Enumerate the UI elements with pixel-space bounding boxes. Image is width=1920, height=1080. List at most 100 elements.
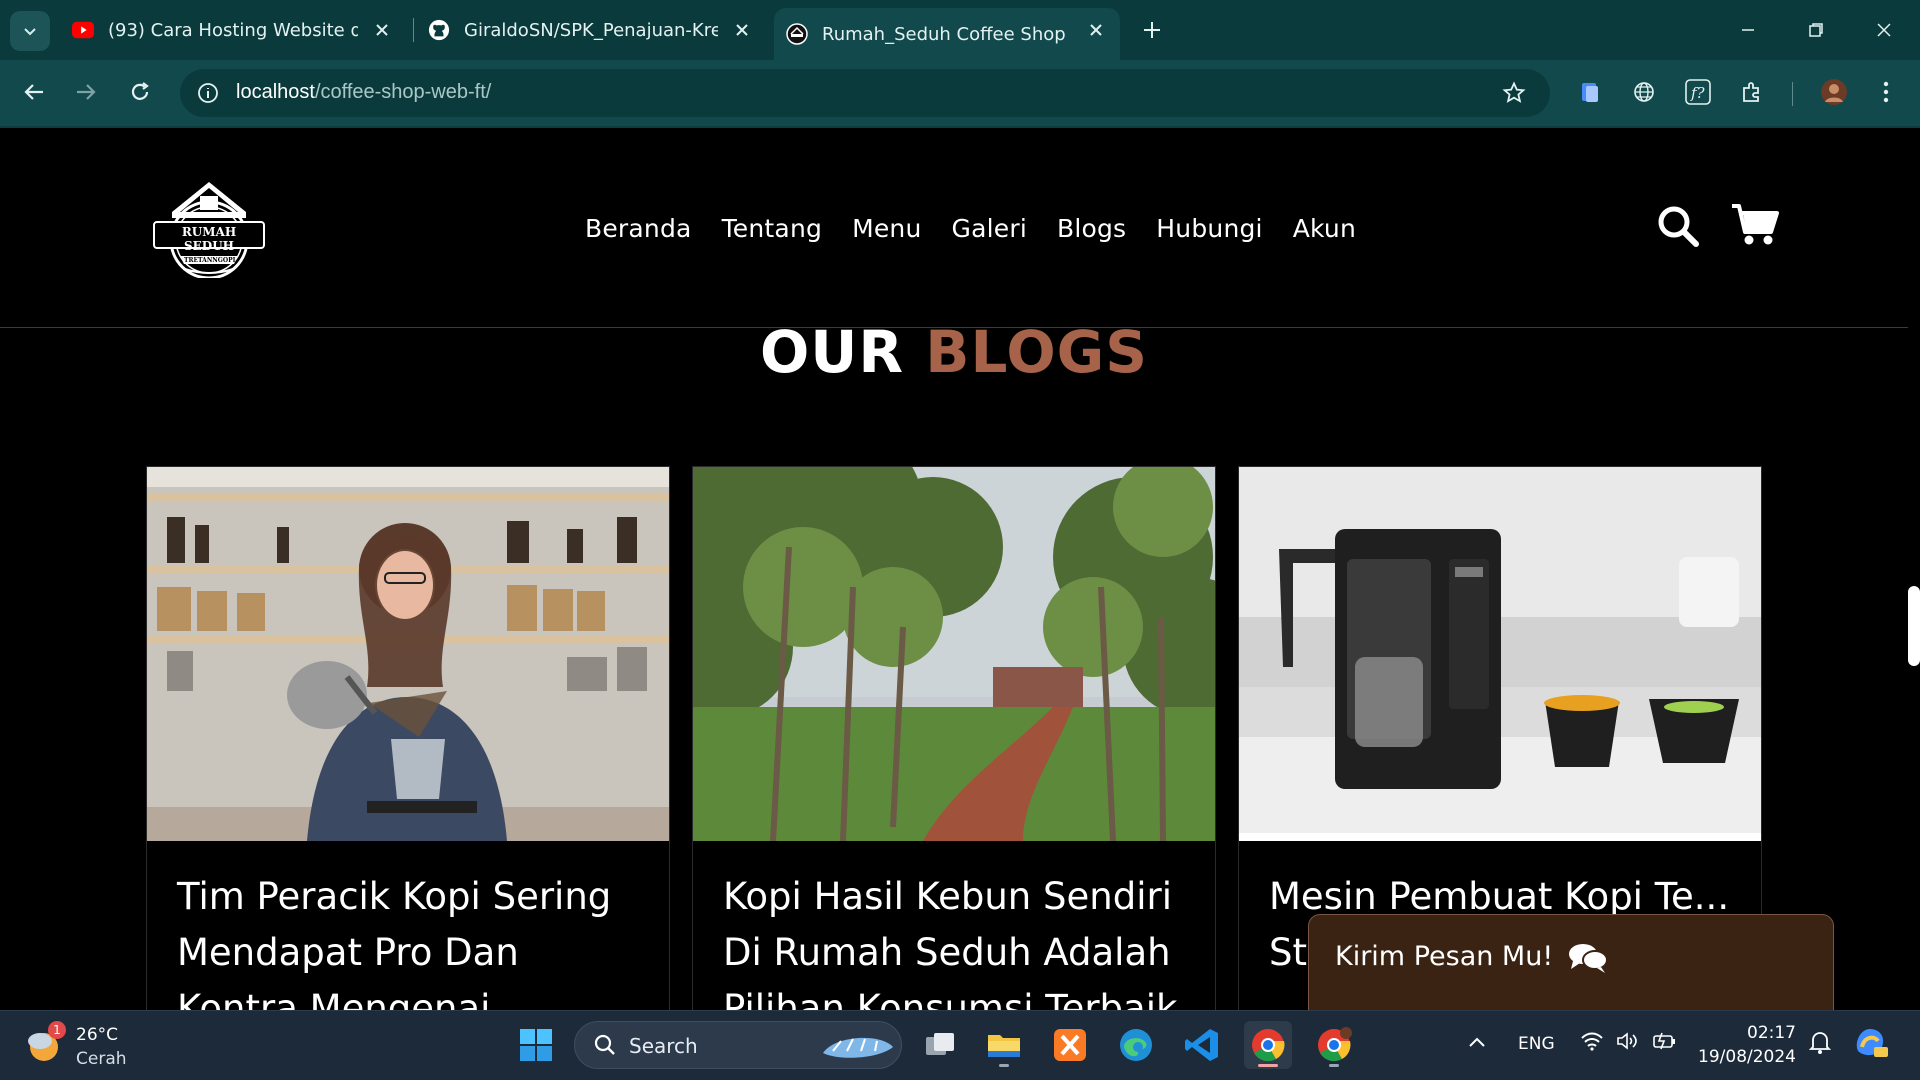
address-bar[interactable]: localhost/coffee-shop-web-ft/: [180, 69, 1550, 117]
taskbar-search-box[interactable]: Search: [574, 1021, 902, 1069]
weather-condition: Cerah: [76, 1049, 127, 1069]
logo-text-top: RUMAH SEDUH: [181, 225, 237, 253]
taskbar-search-placeholder: Search: [629, 1034, 698, 1058]
url-host: localhost: [236, 81, 315, 103]
extension-globe-icon[interactable]: [1626, 74, 1662, 110]
minimize-button[interactable]: [1730, 14, 1766, 46]
toolbar-divider: [1792, 82, 1793, 106]
tab-youtube[interactable]: (93) Cara Hosting Website deng: [66, 8, 406, 52]
running-indicator: [999, 1064, 1009, 1067]
blog-title[interactable]: Kopi Hasil Kebun Sendiri Di Rumah Seduh …: [723, 869, 1193, 1010]
github-icon: [428, 19, 450, 41]
blog-card[interactable]: Tim Peracik Kopi Sering Mendapat Pro Dan…: [146, 466, 670, 1010]
browser-tab-strip: (93) Cara Hosting Website deng GiraldoSN…: [0, 0, 1920, 60]
restore-icon: [1809, 23, 1823, 37]
chat-widget[interactable]: Kirim Pesan Mu!: [1308, 914, 1834, 1010]
tab-github[interactable]: GiraldoSN/SPK_Penajuan-Kredit: [424, 8, 766, 52]
close-icon[interactable]: [1086, 20, 1106, 40]
section-heading-part2: BLOGS: [925, 318, 1149, 386]
volume-icon[interactable]: [1616, 1031, 1640, 1056]
arrow-left-icon: [24, 84, 43, 100]
page-viewport: RUMAH SEDUH TRETANNGOPI Beranda Tentang …: [0, 130, 1920, 1010]
more-vert-icon: [1883, 81, 1889, 103]
restore-button[interactable]: [1798, 14, 1834, 46]
plus-icon: [1144, 22, 1160, 38]
reload-button[interactable]: [120, 72, 160, 112]
site-search-button[interactable]: [1656, 204, 1700, 248]
close-icon[interactable]: [732, 20, 752, 40]
scrollbar-thumb[interactable]: [1908, 586, 1920, 666]
barista-pouring-kettle-photo: [147, 467, 669, 841]
search-icon: [1658, 206, 1699, 247]
section-heading: OUR BLOGS: [0, 318, 1908, 386]
extension-font-icon[interactable]: f?: [1680, 74, 1716, 110]
youtube-icon: [72, 19, 94, 41]
site-info-icon[interactable]: [196, 81, 220, 109]
svg-text:f?: f?: [1690, 84, 1706, 102]
blog-title[interactable]: Tim Peracik Kopi Sering Mendapat Pro Dan…: [177, 869, 647, 1010]
tab-search-button[interactable]: [10, 11, 50, 51]
edge-icon: [1120, 1029, 1152, 1061]
new-tab-button[interactable]: [1134, 14, 1170, 46]
taskbar-clock[interactable]: 02:17 19/08/2024: [1696, 1021, 1796, 1069]
tab-title: GiraldoSN/SPK_Penajuan-Kredit: [464, 19, 718, 41]
notification-bell-icon[interactable]: [1808, 1029, 1832, 1060]
xampp-button[interactable]: [1046, 1021, 1094, 1069]
cart-button[interactable]: [1730, 202, 1780, 246]
close-icon[interactable]: [372, 20, 392, 40]
task-view-icon: [926, 1033, 954, 1055]
file-explorer-button[interactable]: [980, 1021, 1028, 1069]
profile-avatar[interactable]: [1816, 74, 1852, 110]
edge-button[interactable]: [1112, 1021, 1160, 1069]
shopping-cart-icon: [1732, 204, 1779, 245]
running-indicator: [1329, 1064, 1339, 1067]
chrome-icon: [1252, 1029, 1285, 1062]
tab-rumah-seduh[interactable]: Rumah_Seduh Coffee Shop: [774, 8, 1120, 60]
nav-link-hubungi[interactable]: Hubungi: [1156, 214, 1262, 243]
battery-icon[interactable]: [1652, 1031, 1678, 1056]
vscode-button[interactable]: [1178, 1021, 1226, 1069]
close-window-button[interactable]: [1866, 14, 1902, 46]
copilot-icon[interactable]: [1852, 1025, 1888, 1064]
windows-taskbar: 1 26°C Cerah Search ENG 02:17 19/08/2024: [0, 1010, 1920, 1080]
url-text[interactable]: localhost/coffee-shop-web-ft/: [236, 81, 491, 104]
nav-link-menu[interactable]: Menu: [852, 214, 921, 243]
site-logo[interactable]: RUMAH SEDUH TRETANNGOPI: [150, 178, 268, 280]
input-language[interactable]: ENG: [1518, 1034, 1555, 1054]
extension-docs-icon[interactable]: [1572, 74, 1608, 110]
search-highlight-image: [823, 1037, 893, 1058]
start-button[interactable]: [512, 1021, 560, 1069]
back-button[interactable]: [14, 72, 54, 112]
chevron-down-icon: [24, 28, 36, 36]
clock-date: 19/08/2024: [1698, 1047, 1796, 1067]
chevron-up-icon: [1469, 1037, 1485, 1047]
extensions-puzzle-icon[interactable]: [1734, 74, 1770, 110]
main-navigation: Beranda Tentang Menu Galeri Blogs Hubung…: [585, 214, 1356, 243]
weather-widget[interactable]: 1 26°C Cerah: [26, 1021, 166, 1071]
site-header: RUMAH SEDUH TRETANNGOPI Beranda Tentang …: [0, 130, 1908, 328]
nav-link-beranda[interactable]: Beranda: [585, 214, 692, 243]
task-view-button[interactable]: [916, 1021, 964, 1069]
browser-menu-button[interactable]: [1868, 74, 1904, 110]
show-hidden-icons-button[interactable]: [1468, 1033, 1486, 1053]
tab-divider: [413, 18, 414, 42]
chrome-profile-button[interactable]: [1310, 1021, 1358, 1069]
nav-link-akun[interactable]: Akun: [1293, 214, 1356, 243]
chrome-button-active[interactable]: [1244, 1021, 1292, 1069]
coffee-plantation-path-photo: [693, 467, 1215, 841]
forward-button[interactable]: [66, 72, 106, 112]
blog-card[interactable]: Kopi Hasil Kebun Sendiri Di Rumah Seduh …: [692, 466, 1216, 1010]
clock-time: 02:17: [1747, 1023, 1796, 1043]
wifi-icon[interactable]: [1580, 1031, 1604, 1056]
weather-temp: 26°C: [76, 1025, 119, 1045]
minimize-icon: [1742, 29, 1754, 31]
nav-link-blogs[interactable]: Blogs: [1057, 214, 1126, 243]
tab-title: (93) Cara Hosting Website deng: [108, 19, 358, 41]
nav-link-tentang[interactable]: Tentang: [722, 214, 823, 243]
chrome-icon: [1318, 1027, 1352, 1062]
section-heading-part1: OUR: [759, 318, 905, 386]
coffee-maker-machine-photo: [1239, 467, 1761, 841]
nav-link-galeri[interactable]: Galeri: [952, 214, 1027, 243]
star-icon[interactable]: [1502, 81, 1526, 109]
site-logo-icon: [786, 23, 808, 45]
